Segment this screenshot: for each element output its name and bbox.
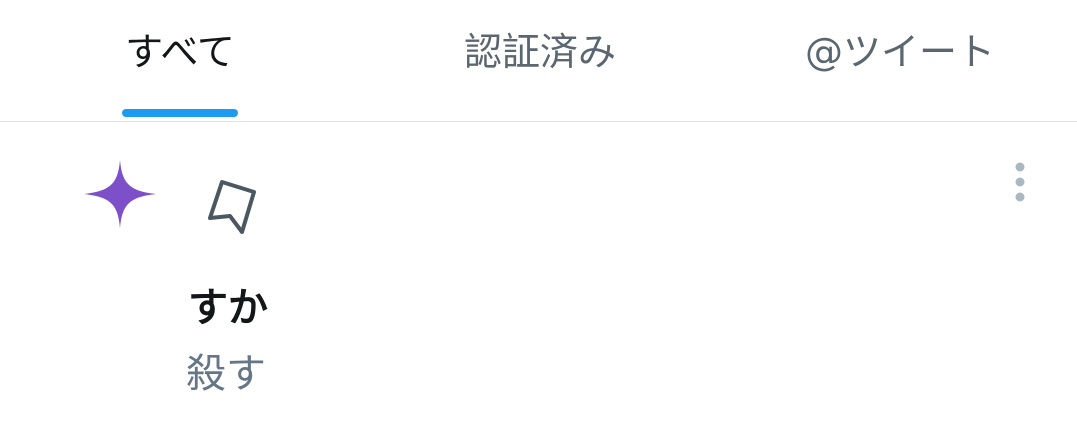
notifications-screen: すべて 認証済み @ツイート すか 殺す bbox=[0, 0, 1077, 428]
tab-mentions[interactable]: @ツイート bbox=[770, 0, 1030, 120]
tab-verified-label: 認証済み bbox=[463, 30, 616, 74]
tab-verified[interactable]: 認証済み bbox=[420, 0, 660, 120]
notification-title: すか bbox=[188, 285, 268, 331]
tab-bar: すべて 認証済み @ツイート bbox=[0, 0, 1077, 122]
tab-all[interactable]: すべて bbox=[60, 0, 300, 120]
sparkle-icon bbox=[84, 160, 156, 228]
tab-mentions-label: @ツイート bbox=[804, 30, 995, 74]
notification-item[interactable]: すか 殺す bbox=[0, 122, 1077, 428]
notification-text: 殺す bbox=[186, 351, 266, 397]
tab-all-label: すべて bbox=[125, 30, 235, 74]
bookmark-icon bbox=[208, 180, 256, 234]
active-tab-indicator bbox=[122, 109, 238, 117]
more-vertical-icon[interactable] bbox=[1004, 160, 1036, 204]
